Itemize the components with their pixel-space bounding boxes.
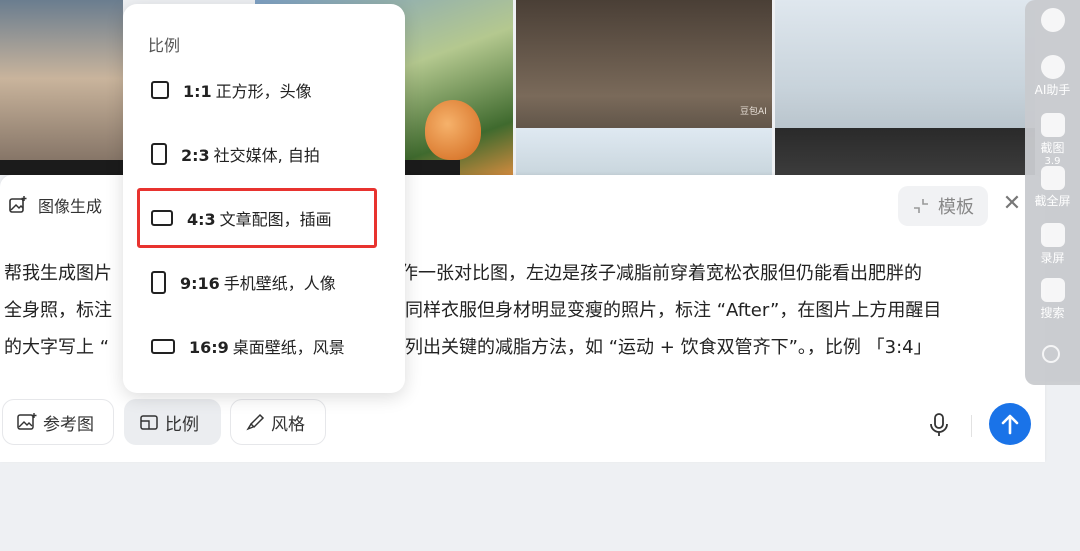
tall-ratio-icon <box>151 270 166 294</box>
toolbar-record-screen[interactable]: 录屏 <box>1025 223 1080 266</box>
ai-assistant-icon <box>1040 55 1065 79</box>
search-icon <box>1040 278 1065 302</box>
template-button[interactable]: 模板 <box>898 186 988 226</box>
record-screen-icon <box>1040 223 1065 247</box>
shield-icon <box>1040 8 1065 32</box>
prompt-line-1b: 作一张对比图，左边是孩子减脂前穿着宽松衣服但仍能看出肥胖的 <box>400 263 922 284</box>
image-watermark: 豆包AI <box>740 107 767 117</box>
prompt-line-2b: 同样衣服但身材明显变瘦的照片，标注 “After”，在图片上方用醒目 <box>405 300 942 321</box>
ratio-value: 9:16 <box>180 274 220 293</box>
toolbar-label: 搜索 <box>1040 306 1065 320</box>
panel-header: 图像生成 <box>8 193 102 217</box>
prompt-line-3b: 列出关键的减脂方法，如 “运动 + 饮食双管齐下”。，比例 「3:4」 <box>405 337 932 358</box>
toolbar-label: 截图 <box>1040 141 1065 155</box>
gallery-image-town[interactable] <box>516 128 772 175</box>
ratio-value: 2:3 <box>181 146 210 165</box>
ratio-option-16-9[interactable]: 16:9 桌面壁纸，风景 <box>141 324 381 368</box>
reference-image-button[interactable]: 参考图 <box>2 399 114 445</box>
side-toolbar: AI助手 截图 3.9 截全屏 录屏 搜索 <box>1025 0 1080 385</box>
ratio-option-2-3[interactable]: 2:3 社交媒体, 自拍 <box>141 132 381 176</box>
toolbar-logo[interactable] <box>1025 8 1080 34</box>
ratio-desc: 桌面壁纸，风景 <box>232 338 345 357</box>
brush-icon <box>246 413 265 431</box>
portrait-ratio-icon <box>151 143 167 165</box>
reference-image-label: 参考图 <box>43 414 94 435</box>
ratio-menu-title: 比例 <box>148 36 181 55</box>
toolbar-ai-assistant[interactable]: AI助手 <box>1025 55 1080 98</box>
arrow-up-icon <box>1001 414 1019 435</box>
gallery-image-street-girl[interactable] <box>0 0 123 175</box>
toolbar-screenshot[interactable]: 截图 3.9 <box>1025 113 1080 167</box>
fullscreen-capture-icon <box>1040 166 1065 190</box>
ratio-button[interactable]: 比例 <box>124 399 221 445</box>
ratio-value: 16:9 <box>189 338 229 357</box>
wide-ratio-icon <box>151 338 175 354</box>
ratio-value: 1:1 <box>183 82 212 101</box>
reference-image-icon <box>17 413 37 430</box>
microphone-icon[interactable] <box>929 413 949 437</box>
toolbar-fullscreen-capture[interactable]: 截全屏 <box>1025 166 1080 209</box>
panel-title: 图像生成 <box>38 197 103 216</box>
ratio-icon <box>140 415 158 430</box>
toolbar-label: 录屏 <box>1040 251 1065 265</box>
shrink-icon <box>914 199 928 213</box>
template-label: 模板 <box>938 197 974 218</box>
toolbar-label: 截全屏 <box>1034 194 1071 208</box>
prompt-line-2a: 全身照，标注 <box>4 300 112 321</box>
close-icon[interactable]: ✕ <box>1001 193 1023 215</box>
ratio-option-1-1[interactable]: 1:1 正方形，头像 <box>141 68 381 112</box>
toolbar-label: AI助手 <box>1034 83 1071 97</box>
divider <box>971 415 972 437</box>
fox-figure <box>425 100 481 160</box>
style-button[interactable]: 风格 <box>230 399 326 445</box>
ratio-desc: 社交媒体, 自拍 <box>213 146 320 165</box>
square-ratio-icon <box>151 81 169 99</box>
settings-circle-icon[interactable] <box>1042 345 1060 363</box>
prompt-line-3a: 的大字写上 “ <box>4 337 110 358</box>
toolbar-search[interactable]: 搜索 <box>1025 278 1080 321</box>
style-label: 风格 <box>271 414 305 435</box>
ratio-label: 比例 <box>165 414 199 435</box>
ratio-desc: 手机壁纸，人像 <box>223 274 336 293</box>
ratio-desc: 正方形，头像 <box>215 82 312 101</box>
ratio-option-9-16[interactable]: 9:16 手机壁纸，人像 <box>141 260 381 304</box>
send-button[interactable] <box>989 403 1031 445</box>
prompt-line-1a: 帮我生成图片 <box>4 263 112 284</box>
image-generate-icon <box>9 196 27 213</box>
screenshot-icon <box>1040 113 1065 137</box>
selection-highlight-box <box>137 188 377 248</box>
gallery-image-dark[interactable] <box>775 128 1035 175</box>
